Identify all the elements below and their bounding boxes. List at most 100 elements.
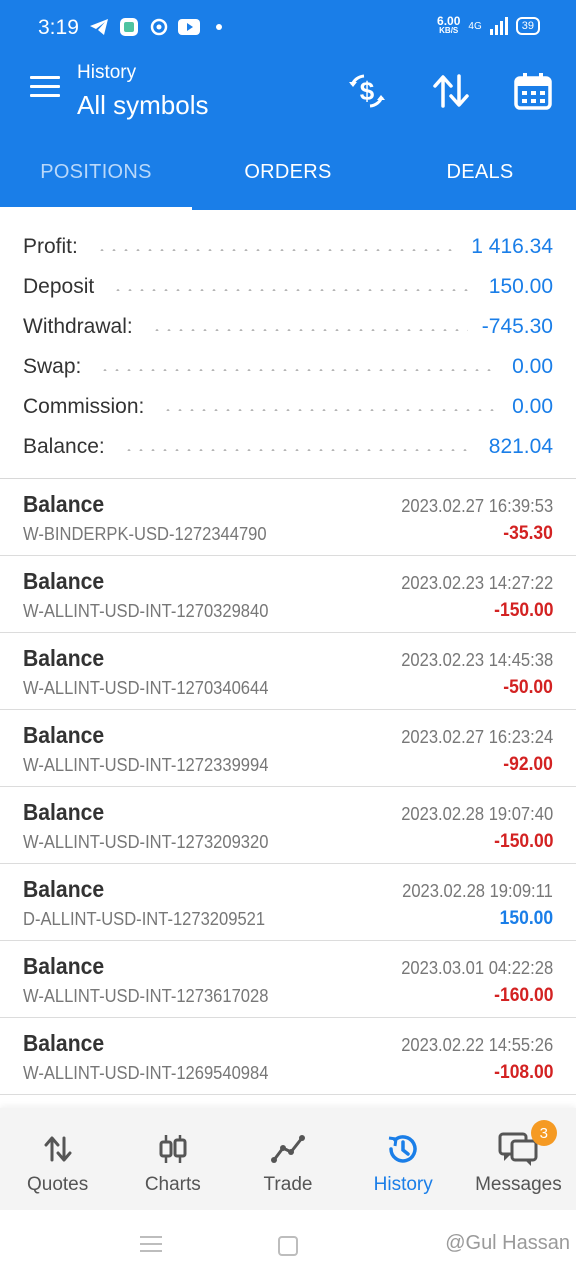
summary-row-deposit: Deposit 150.00 xyxy=(0,267,576,307)
nav-label: Messages xyxy=(475,1174,562,1195)
summary-value: 0.00 xyxy=(512,355,553,378)
summary-label: Profit: xyxy=(23,235,78,258)
deal-row[interactable]: Balance W-BINDERPK-USD-1272344790 2023.0… xyxy=(0,479,576,556)
deal-comment: W-ALLINT-USD-INT-1273209320 xyxy=(23,832,269,852)
youtube-icon xyxy=(178,16,200,38)
notification-icons xyxy=(88,16,230,38)
deal-row[interactable]: Balance W-ALLINT-USD-INT-1273617028 2023… xyxy=(0,941,576,1018)
quotes-arrows-icon xyxy=(38,1130,78,1168)
symbol-filter[interactable]: All symbols xyxy=(77,90,208,121)
deal-row[interactable]: Balance W-ALLINT-USD-INT-1270329840 2023… xyxy=(0,556,576,633)
tab-orders[interactable]: ORDERS xyxy=(192,134,384,210)
summary-value: 1 416.34 xyxy=(471,235,553,258)
summary-panel: Profit: 1 416.34 Deposit 150.00 Withdraw… xyxy=(0,210,576,479)
net-speed-value: 6.00 xyxy=(437,14,461,28)
app-bar: History All symbols $ xyxy=(0,56,576,134)
unread-badge: 3 xyxy=(530,1120,557,1146)
dotted-leader xyxy=(150,329,468,331)
home-icon[interactable] xyxy=(278,1236,298,1256)
signal-icon xyxy=(489,17,508,35)
nav-history[interactable]: History xyxy=(346,1108,461,1210)
page-subtitle: History xyxy=(77,62,137,83)
summary-row-balance: Balance: 821.04 xyxy=(0,427,576,467)
deal-type: Balance xyxy=(23,1030,105,1056)
nav-label: Charts xyxy=(144,1174,201,1195)
calendar-icon xyxy=(514,73,552,110)
nav-charts[interactable]: Charts xyxy=(115,1108,230,1210)
deal-type: Balance xyxy=(23,568,105,594)
dotted-leader xyxy=(112,289,475,291)
summary-row-commission: Commission: 0.00 xyxy=(0,387,576,427)
summary-label: Swap: xyxy=(23,355,82,378)
nav-label: Quotes xyxy=(26,1174,89,1195)
history-clock-icon xyxy=(383,1130,423,1168)
svg-text:$: $ xyxy=(360,76,375,106)
deal-amount: -150.00 xyxy=(493,831,553,852)
battery-icon: 39 xyxy=(515,17,540,35)
deal-amount: -150.00 xyxy=(493,600,553,621)
deal-time: 2023.02.23 14:45:38 xyxy=(401,650,553,670)
sort-button[interactable] xyxy=(429,70,473,112)
deal-comment: W-ALLINT-USD-INT-1270340644 xyxy=(23,678,269,698)
recent-apps-icon[interactable] xyxy=(140,1236,162,1257)
deal-amount: -35.30 xyxy=(503,523,553,544)
deal-comment: W-ALLINT-USD-INT-1272339994 xyxy=(23,755,269,775)
deal-type: Balance xyxy=(23,876,105,902)
summary-label: Withdrawal: xyxy=(23,315,133,338)
dollar-exchange-icon: $ xyxy=(349,74,385,108)
deal-time: 2023.02.23 14:27:22 xyxy=(401,573,553,593)
deal-amount: -50.00 xyxy=(503,677,553,698)
nav-label: Trade xyxy=(263,1174,313,1195)
deal-row[interactable]: Balance W-ALLINT-USD-INT-1269540984 2023… xyxy=(0,1018,576,1095)
hamburger-menu-icon[interactable] xyxy=(30,76,60,100)
status-time: 3:19 xyxy=(38,16,79,39)
recycle-icon xyxy=(148,16,170,38)
net-speed: 6.00 KB/S xyxy=(437,14,461,36)
trade-line-icon xyxy=(268,1130,308,1168)
nav-label: History xyxy=(373,1174,433,1195)
dot-icon xyxy=(208,16,230,38)
deal-time: 2023.02.27 16:23:24 xyxy=(401,727,553,747)
system-indicators: 6.00 KB/S 4G 39 xyxy=(437,14,540,36)
deposit-withdraw-button[interactable]: $ xyxy=(345,70,389,112)
deal-row[interactable]: Balance W-ALLINT-USD-INT-1270340644 2023… xyxy=(0,633,576,710)
summary-row-profit: Profit: 1 416.34 xyxy=(0,227,576,267)
deal-row[interactable]: Balance W-ALLINT-USD-INT-1273209320 2023… xyxy=(0,787,576,864)
deal-type: Balance xyxy=(23,953,105,979)
sort-arrows-icon xyxy=(433,74,469,108)
deal-row[interactable]: Balance W-ALLINT-USD-INT-1272339994 2023… xyxy=(0,710,576,787)
deal-row[interactable]: Balance D-ALLINT-USD-INT-1273209521 2023… xyxy=(0,864,576,941)
status-bar: 3:19 6.00 KB/S 4G 39 xyxy=(0,0,576,56)
net-speed-unit: KB/S xyxy=(439,26,459,35)
dotted-leader xyxy=(99,369,499,371)
deal-list: Balance W-BINDERPK-USD-1272344790 2023.0… xyxy=(0,479,576,1095)
summary-value: 150.00 xyxy=(488,275,553,298)
deal-type: Balance xyxy=(23,645,105,671)
system-navigation-bar: @Gul Hassan xyxy=(0,1210,576,1280)
nav-messages[interactable]: Messages 3 xyxy=(461,1108,576,1210)
bottom-navigation: Quotes Charts Trade History Messages 3 xyxy=(0,1108,576,1210)
app-square-icon xyxy=(118,16,140,38)
deal-time: 2023.02.22 14:55:26 xyxy=(401,1035,553,1055)
dotted-leader xyxy=(162,409,499,411)
deal-comment: D-ALLINT-USD-INT-1273209521 xyxy=(23,909,266,929)
tab-deals[interactable]: DEALS xyxy=(384,134,576,210)
deal-type: Balance xyxy=(23,799,105,825)
nav-trade[interactable]: Trade xyxy=(230,1108,345,1210)
summary-row-swap: Swap: 0.00 xyxy=(0,347,576,387)
summary-value: 821.04 xyxy=(488,435,553,458)
summary-value: 0.00 xyxy=(512,395,553,418)
network-type: 4G xyxy=(468,20,482,32)
deal-amount: -160.00 xyxy=(493,985,553,1006)
deal-amount: -92.00 xyxy=(503,754,553,775)
deal-comment: W-ALLINT-USD-INT-1273617028 xyxy=(23,986,269,1006)
telegram-icon xyxy=(88,16,110,38)
deal-time: 2023.02.28 19:09:11 xyxy=(402,881,553,901)
candlestick-icon xyxy=(153,1130,193,1168)
calendar-button[interactable] xyxy=(511,70,555,112)
tab-positions[interactable]: POSITIONS xyxy=(0,134,192,210)
deal-time: 2023.02.28 19:07:40 xyxy=(401,804,553,824)
dotted-leader xyxy=(122,449,475,451)
deal-amount: -108.00 xyxy=(493,1062,553,1083)
nav-quotes[interactable]: Quotes xyxy=(0,1108,115,1210)
